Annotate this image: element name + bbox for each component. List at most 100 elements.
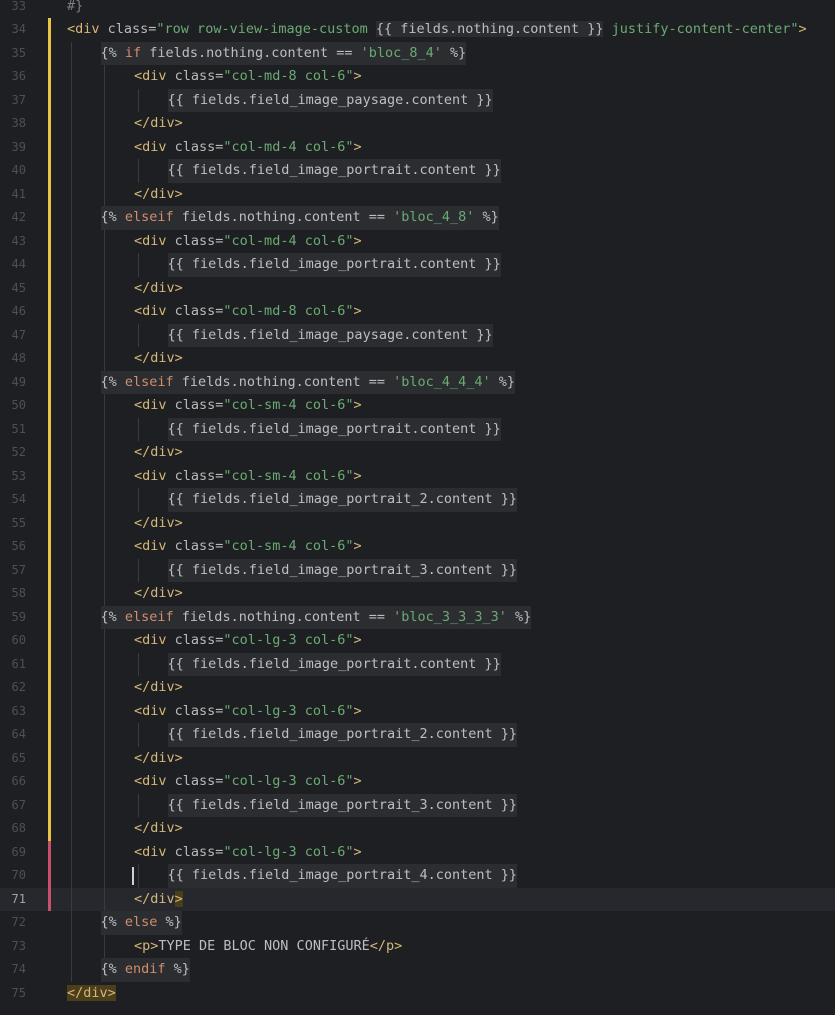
code-line-44[interactable]: 44 {{ fields.field_image_portrait.content… bbox=[0, 253, 835, 277]
code-text[interactable]: {{ fields.field_image_portrait.content }… bbox=[167, 159, 501, 183]
code-text[interactable]: </div> bbox=[134, 441, 183, 465]
code-line-73[interactable]: 73 <p>TYPE DE BLOC NON CONFIGURÉ</p> bbox=[0, 935, 835, 959]
code-text[interactable]: {{ fields.field_image_portrait_2.content… bbox=[167, 723, 517, 747]
code-line-35[interactable]: 35 {% if fields.nothing.content == 'bloc_… bbox=[0, 41, 835, 65]
code-line-50[interactable]: 50 <div class="col-sm-4 col-6"> bbox=[0, 394, 835, 418]
code-text[interactable]: <div class="col-md-4 col-6"> bbox=[134, 136, 362, 160]
code-line-60[interactable]: 60 <div class="col-lg-3 col-6"> bbox=[0, 629, 835, 653]
code-text[interactable]: {% elseif fields.nothing.content == 'blo… bbox=[100, 370, 516, 394]
code-text[interactable]: </div> bbox=[134, 582, 183, 606]
code-text[interactable]: <div class="col-lg-3 col-6"> bbox=[134, 841, 362, 865]
code-line-43[interactable]: 43 <div class="col-md-4 col-6"> bbox=[0, 230, 835, 254]
code-text[interactable]: </div> bbox=[134, 112, 183, 136]
code-line-57[interactable]: 57 {{ fields.field_image_portrait_3.conte… bbox=[0, 558, 835, 582]
code-line-37[interactable]: 37 {{ fields.field_image_paysage.content … bbox=[0, 88, 835, 112]
code-token: fields.nothing.content == bbox=[173, 608, 394, 625]
code-text[interactable]: </div> bbox=[134, 347, 183, 371]
code-text[interactable]: </div> bbox=[134, 747, 183, 771]
vcs-modified-marker[interactable] bbox=[48, 18, 51, 841]
code-line-62[interactable]: 62 </div> bbox=[0, 676, 835, 700]
code-text[interactable]: {{ fields.field_image_portrait.content }… bbox=[167, 417, 501, 441]
code-text[interactable]: <div class="col-lg-3 col-6"> bbox=[134, 700, 362, 724]
code-line-45[interactable]: 45 </div> bbox=[0, 277, 835, 301]
code-line-71[interactable]: 71 </div> bbox=[0, 887, 835, 912]
code-text[interactable]: <div class="col-sm-4 col-6"> bbox=[134, 465, 362, 489]
code-line-34[interactable]: 34 <div class="row row-view-image-custom … bbox=[0, 18, 835, 42]
code-text[interactable]: </div> bbox=[67, 982, 116, 1006]
code-line-36[interactable]: 36 <div class="col-md-8 col-6"> bbox=[0, 65, 835, 89]
code-line-63[interactable]: 63 <div class="col-lg-3 col-6"> bbox=[0, 700, 835, 724]
line-number: 40 bbox=[11, 163, 26, 177]
code-line-33[interactable]: 33 #} bbox=[0, 0, 835, 18]
code-text[interactable]: {{ fields.field_image_portrait.content }… bbox=[167, 652, 501, 676]
code-text[interactable]: {{ fields.field_image_portrait_4.content… bbox=[167, 864, 518, 888]
code-text[interactable]: </div> bbox=[134, 676, 183, 700]
code-line-64[interactable]: 64 {{ fields.field_image_portrait_2.conte… bbox=[0, 723, 835, 747]
code-text[interactable]: <div class="col-sm-4 col-6"> bbox=[134, 535, 362, 559]
code-line-58[interactable]: 58 </div> bbox=[0, 582, 835, 606]
vcs-changed-marker[interactable] bbox=[48, 840, 51, 911]
code-text[interactable]: </div> bbox=[134, 512, 183, 536]
code-line-49[interactable]: 49 {% elseif fields.nothing.content == 'b… bbox=[0, 370, 835, 394]
code-line-47[interactable]: 47 {{ fields.field_image_paysage.content … bbox=[0, 323, 835, 347]
code-text[interactable]: <div class="col-md-4 col-6"> bbox=[134, 230, 362, 254]
code-line-51[interactable]: 51 {{ fields.field_image_portrait.content… bbox=[0, 417, 835, 441]
code-text[interactable]: <div class="row row-view-image-custom {{… bbox=[67, 18, 807, 42]
code-text[interactable]: {% elseif fields.nothing.content == 'blo… bbox=[100, 605, 532, 629]
code-text[interactable]: {{ fields.field_image_paysage.content }} bbox=[167, 88, 493, 112]
line-number: 44 bbox=[11, 257, 26, 271]
code-text[interactable]: </div> bbox=[134, 183, 183, 207]
code-line-53[interactable]: 53 <div class="col-sm-4 col-6"> bbox=[0, 465, 835, 489]
code-line-48[interactable]: 48 </div> bbox=[0, 347, 835, 371]
code-text[interactable]: {{ fields.field_image_paysage.content }} bbox=[167, 323, 493, 347]
code-line-56[interactable]: 56 <div class="col-sm-4 col-6"> bbox=[0, 535, 835, 559]
code-token: elseif bbox=[124, 209, 174, 225]
code-line-54[interactable]: 54 {{ fields.field_image_portrait_2.conte… bbox=[0, 488, 835, 512]
code-text[interactable]: </div> bbox=[134, 277, 183, 301]
line-number: 73 bbox=[11, 938, 26, 953]
code-line-68[interactable]: 68 </div> bbox=[0, 817, 835, 841]
code-line-61[interactable]: 61 {{ fields.field_image_portrait.content… bbox=[0, 652, 835, 676]
code-line-55[interactable]: 55 </div> bbox=[0, 512, 835, 536]
code-text[interactable]: <p>TYPE DE BLOC NON CONFIGURÉ</p> bbox=[134, 935, 402, 959]
code-text[interactable]: </div> bbox=[134, 817, 183, 841]
code-text[interactable]: {{ fields.field_image_portrait.content }… bbox=[167, 253, 501, 277]
code-line-65[interactable]: 65 </div> bbox=[0, 747, 835, 771]
code-text[interactable]: <div class="col-sm-4 col-6"> bbox=[134, 394, 362, 418]
code-editor[interactable]: 33 #} 34 <div class="row row-view-image-cus… bbox=[0, 0, 835, 1015]
code-text[interactable]: {% if fields.nothing.content == 'bloc_8_… bbox=[100, 41, 467, 65]
code-token: {{ fields.field_image_portrait_4.content… bbox=[167, 867, 518, 883]
code-line-59[interactable]: 59 {% elseif fields.nothing.content == 'b… bbox=[0, 605, 835, 629]
code-line-67[interactable]: 67 {{ fields.field_image_portrait_3.conte… bbox=[0, 793, 835, 817]
code-text[interactable]: #} bbox=[67, 0, 83, 18]
code-text[interactable]: {% endif %} bbox=[100, 958, 190, 982]
code-text[interactable]: <div class="col-lg-3 col-6"> bbox=[134, 770, 362, 794]
code-line-75[interactable]: 75 </div> bbox=[0, 982, 835, 1006]
code-line-72[interactable]: 72 {% else %} bbox=[0, 911, 835, 935]
code-text[interactable]: <div class="col-lg-3 col-6"> bbox=[134, 629, 362, 653]
code-text[interactable]: {% else %} bbox=[100, 911, 182, 935]
code-line-69[interactable]: 69 <div class="col-lg-3 col-6"> bbox=[0, 841, 835, 865]
code-line-52[interactable]: 52 </div> bbox=[0, 441, 835, 465]
code-text[interactable]: {{ fields.field_image_portrait_3.content… bbox=[167, 558, 517, 582]
code-line-74[interactable]: 74 {% endif %} bbox=[0, 958, 835, 982]
code-line-41[interactable]: 41 </div> bbox=[0, 183, 835, 207]
code-line-42[interactable]: 42 {% elseif fields.nothing.content == 'b… bbox=[0, 206, 835, 230]
line-number: 34 bbox=[11, 22, 26, 36]
code-text[interactable]: <div class="col-md-8 col-6"> bbox=[134, 65, 362, 89]
code-line-46[interactable]: 46 <div class="col-md-8 col-6"> bbox=[0, 300, 835, 324]
code-token: > bbox=[353, 303, 362, 319]
code-text[interactable]: {% elseif fields.nothing.content == 'blo… bbox=[100, 206, 499, 230]
code-line-40[interactable]: 40 {{ fields.field_image_portrait.content… bbox=[0, 159, 835, 183]
code-line-38[interactable]: 38 </div> bbox=[0, 112, 835, 136]
code-text[interactable]: {{ fields.field_image_portrait_3.content… bbox=[167, 793, 517, 817]
code-line-39[interactable]: 39 <div class="col-md-4 col-6"> bbox=[0, 136, 835, 160]
code-token: </div> bbox=[134, 514, 183, 531]
code-text[interactable]: {{ fields.field_image_portrait_2.content… bbox=[167, 488, 517, 512]
code-line-66[interactable]: 66 <div class="col-lg-3 col-6"> bbox=[0, 770, 835, 794]
code-text[interactable]: </div> bbox=[134, 888, 183, 912]
code-text[interactable]: <div class="col-md-8 col-6"> bbox=[134, 300, 362, 324]
line-number: 48 bbox=[11, 351, 26, 365]
code-line-70[interactable]: 70 {{ fields.field_image_portrait_4.conte… bbox=[0, 864, 835, 888]
indent-guide bbox=[138, 253, 139, 277]
